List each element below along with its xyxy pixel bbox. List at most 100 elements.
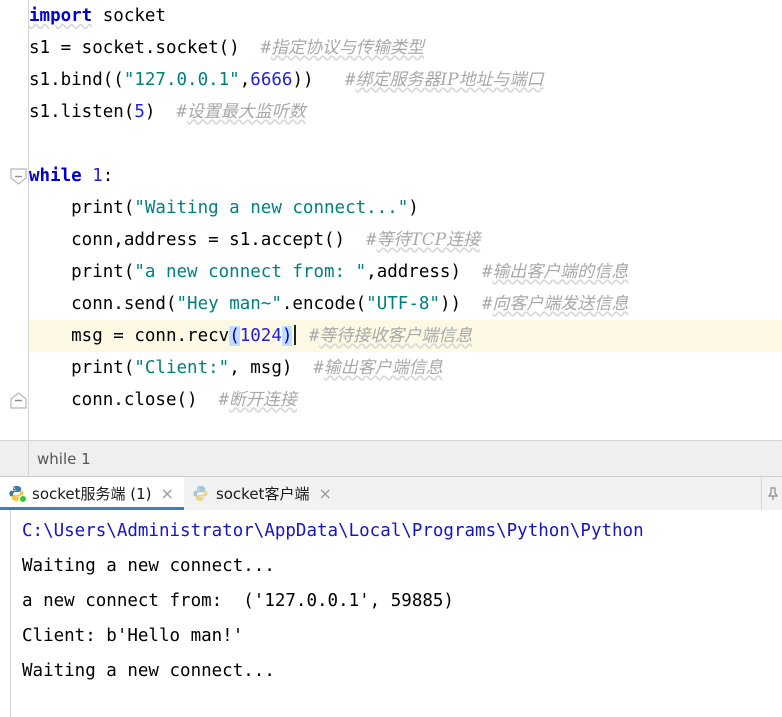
code-token: s1.listen( (29, 102, 135, 122)
tab-label: socket客户端 (215, 485, 310, 503)
python-icon (192, 485, 209, 502)
code-token: import (29, 6, 93, 26)
code-comment: # (308, 326, 320, 346)
code-token: )) (292, 70, 314, 90)
fold-end-while[interactable] (10, 392, 27, 409)
line-recv[interactable]: msg = conn.recv(1024) #等待接收客户端信息 (29, 320, 782, 352)
code-token: "127.0.0.1" (123, 70, 240, 90)
code-token: msg = conn.recv (29, 326, 230, 346)
code-token: "Hey man~" (176, 294, 282, 314)
code-comment: # (176, 102, 187, 122)
code-token: ) (144, 102, 156, 122)
line-import[interactable]: import socket (29, 0, 782, 32)
line-print-waiting[interactable]: print("Waiting a new connect...") (29, 192, 782, 224)
console-line: Waiting a new connect... (22, 556, 275, 576)
breadcrumb-gutter-spacer (0, 441, 29, 476)
code-comment: # (313, 358, 324, 378)
code-token: )) (439, 294, 462, 314)
code-comment: # (482, 294, 493, 314)
pin-icon[interactable] (768, 486, 778, 501)
code-token: 6666 (250, 70, 293, 90)
line-print-client[interactable]: print("Client:", msg) #输出客户端信息 (29, 352, 782, 384)
code-comment: 输出客户端信息 (323, 358, 443, 378)
code-comment: 等待接收客户端信息 (319, 326, 473, 346)
code-token: s1 = socket.socket() (29, 38, 240, 58)
line-print-from[interactable]: print("a new connect from: ",address) #输… (29, 256, 782, 288)
console-gutter (0, 510, 11, 717)
line-socket-create[interactable]: s1 = socket.socket() #指定协议与传输类型 (29, 32, 782, 64)
code-comment: 绑定服务器IP地址与端口 (355, 70, 544, 90)
code-token: ) (281, 326, 293, 346)
code-token: 5 (134, 102, 145, 122)
line-accept[interactable]: conn,address = s1.accept() #等待TCP连接 (29, 224, 782, 256)
code-comment: # (482, 262, 493, 282)
code-editor[interactable]: import socket s1 = socket.socket() #指定协议与… (0, 0, 782, 440)
fold-collapse-while[interactable] (10, 168, 27, 185)
tab-socket-client[interactable]: socket客户端 × (183, 477, 342, 510)
code-token: while (29, 166, 82, 186)
line-while[interactable]: while 1: (29, 160, 782, 192)
console-line: a new connect from: ('127.0.0.1', 59885) (22, 591, 454, 611)
breadcrumb[interactable]: while 1 (29, 450, 91, 468)
python-icon (8, 485, 27, 503)
breadcrumb-bar: while 1 (0, 440, 782, 476)
code-token: 1024 (239, 326, 282, 346)
console-text[interactable]: C:\Users\Administrator\AppData\Local\Pro… (12, 510, 782, 717)
code-text-area[interactable]: import socket s1 = socket.socket() #指定协议与… (29, 0, 782, 440)
run-tool-tab-bar[interactable]: socket服务端 (1) × socket客户端 × (0, 476, 782, 510)
code-comment: 输出客户端的信息 (492, 262, 629, 282)
console-path-link[interactable]: C:\Users\Administrator\AppData\Local\Pro… (12, 514, 782, 549)
code-token: ,address) (366, 262, 461, 282)
editor-gutter[interactable] (0, 0, 29, 440)
code-token: conn,address = s1.accept() (29, 230, 346, 250)
code-token: "a new connect from: " (134, 262, 367, 282)
code-token: "Waiting a new connect..." (134, 198, 409, 218)
code-comment: # (366, 230, 377, 250)
code-token: socket (92, 6, 166, 26)
line-bind[interactable]: s1.bind(("127.0.0.1",6666)) #绑定服务器IP地址与端… (29, 64, 782, 96)
line-listen[interactable]: s1.listen(5) #设置最大监听数 (29, 96, 782, 128)
code-token: ) (408, 198, 419, 218)
running-badge-icon (19, 495, 27, 503)
tab-socket-server[interactable]: socket服务端 (1) × (0, 477, 184, 510)
code-token: , (239, 70, 251, 90)
text-caret (294, 325, 297, 345)
code-token: conn.close() (29, 390, 198, 410)
line-blank-1[interactable] (29, 128, 782, 160)
code-token: .encode( (281, 294, 367, 314)
tabbar-overflow-area[interactable] (761, 477, 782, 510)
code-comment: # (345, 70, 356, 90)
console-line: Waiting a new connect... (22, 661, 275, 681)
console-line: Client: b'Hello man!' (22, 626, 244, 646)
code-comment: 断开连接 (228, 390, 297, 410)
line-close[interactable]: conn.close() #断开连接 (29, 384, 782, 416)
line-send[interactable]: conn.send("Hey man~".encode("UTF-8")) #向… (29, 288, 782, 320)
console-output-panel[interactable]: C:\Users\Administrator\AppData\Local\Pro… (0, 510, 782, 717)
code-comment: 向客户端发送信息 (492, 294, 629, 314)
close-icon[interactable]: × (159, 485, 174, 502)
code-comment: # (260, 38, 272, 58)
code-token: ( (229, 326, 240, 346)
code-token: print( (29, 262, 135, 282)
code-comment: 设置最大监听数 (186, 102, 306, 122)
code-token: 1 (92, 166, 103, 186)
tab-label: socket服务端 (1) (32, 485, 152, 503)
code-token: , msg) (229, 358, 293, 378)
code-token: s1.bind(( (29, 70, 124, 90)
close-icon[interactable]: × (316, 485, 331, 502)
code-token: "Client:" (134, 358, 230, 378)
code-comment: 等待TCP连接 (376, 230, 481, 250)
code-token: print( (29, 198, 135, 218)
code-token: conn.send( (29, 294, 177, 314)
code-comment: # (218, 390, 229, 410)
code-token: : (102, 166, 114, 186)
